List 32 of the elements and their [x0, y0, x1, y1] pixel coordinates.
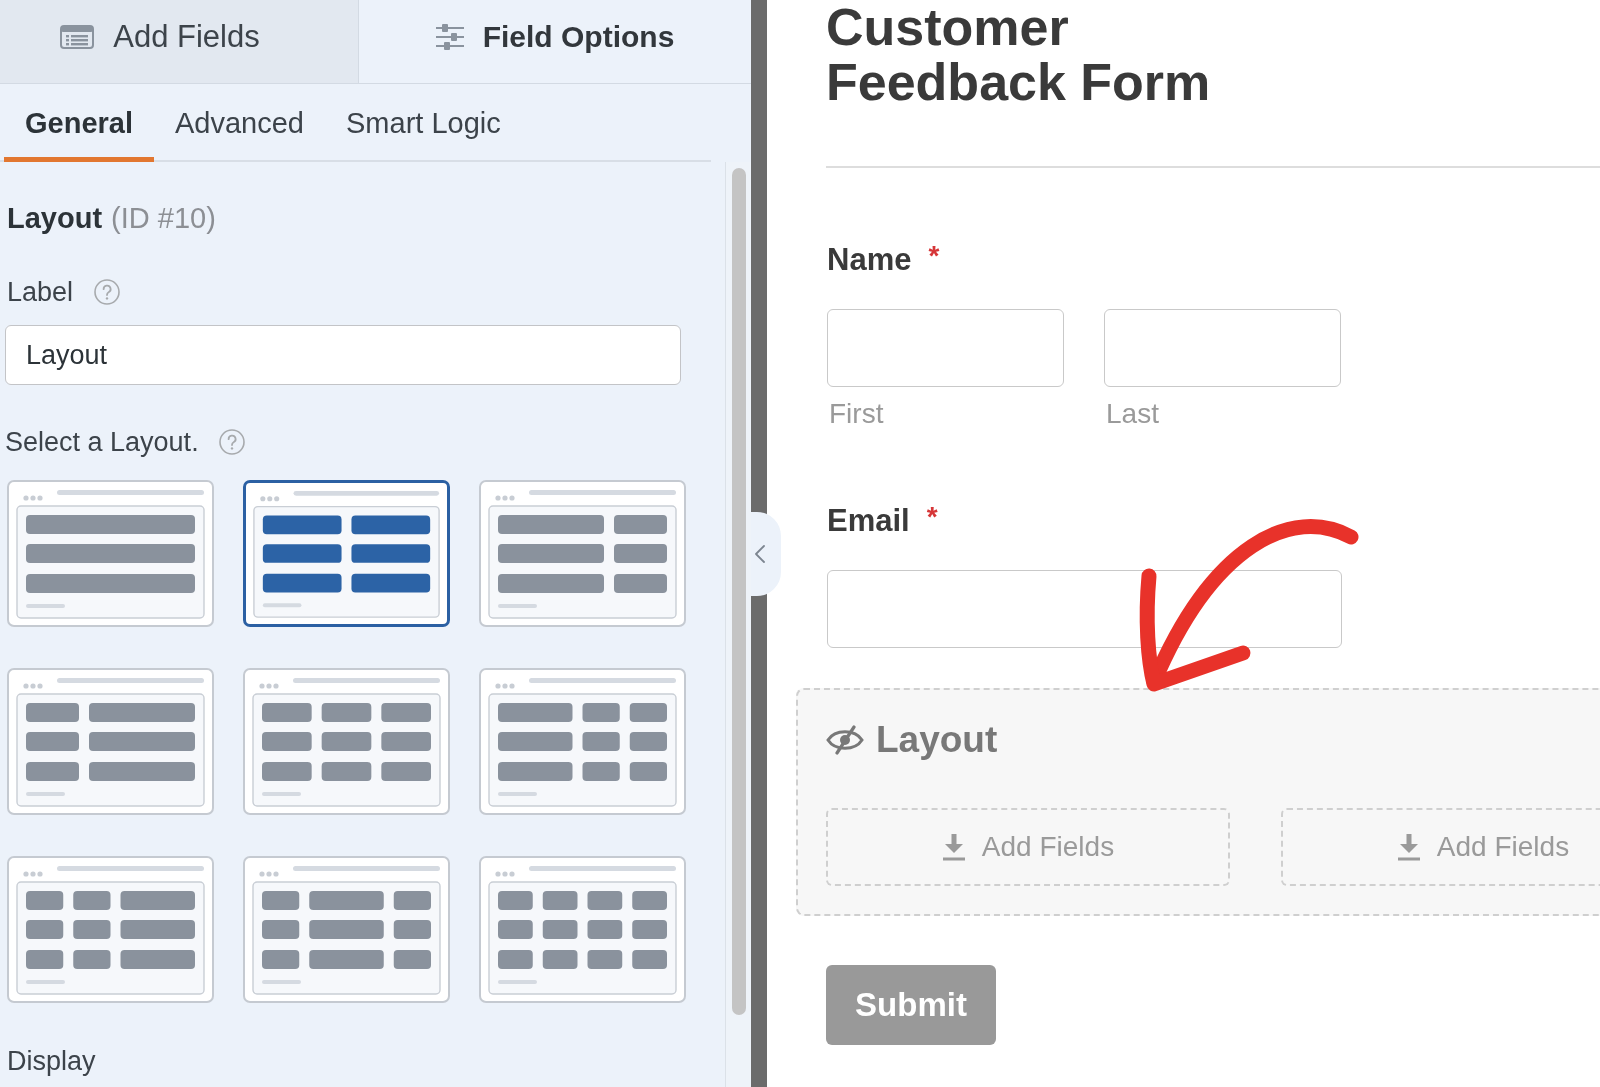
settings-tab[interactable]: General [4, 84, 154, 162]
section-label: Display [7, 1045, 96, 1077]
help-icon [94, 279, 121, 305]
chevron-left-icon [755, 545, 765, 563]
field-sublabel: Last [1106, 399, 1159, 429]
layout-option[interactable] [243, 480, 450, 627]
text-input[interactable] [827, 570, 1342, 648]
settings-tab[interactable]: Smart Logic [325, 84, 522, 162]
setting-label: Label [7, 276, 74, 308]
field-id-label: (ID #10) [111, 201, 216, 235]
field-title: Layout [7, 201, 103, 235]
download-icon [941, 833, 966, 861]
text-input[interactable] [827, 309, 1064, 387]
download-icon [1396, 833, 1421, 861]
collapse-button[interactable] [751, 512, 781, 596]
list-icon [60, 25, 95, 49]
layout-field-title: Layout [876, 718, 998, 762]
form-title: Customer Feedback Form [826, 0, 1212, 110]
settings-tab[interactable]: Advanced [154, 84, 325, 162]
field-label: Name [827, 242, 912, 278]
scrollbar-thumb[interactable] [732, 168, 746, 1015]
panel-tab[interactable]: Add Fields [0, 0, 359, 83]
required-asterisk: * [926, 503, 938, 531]
field-sublabel: First [829, 399, 884, 429]
field-label: Email [827, 503, 910, 539]
text-input[interactable] [1104, 309, 1341, 387]
label-input[interactable]: Layout [5, 325, 681, 385]
required-asterisk: * [928, 242, 940, 270]
setting-label: Select a Layout. [5, 426, 199, 458]
sliders-icon [435, 24, 464, 50]
help-icon [218, 429, 245, 455]
eye-slash-icon [826, 725, 864, 755]
